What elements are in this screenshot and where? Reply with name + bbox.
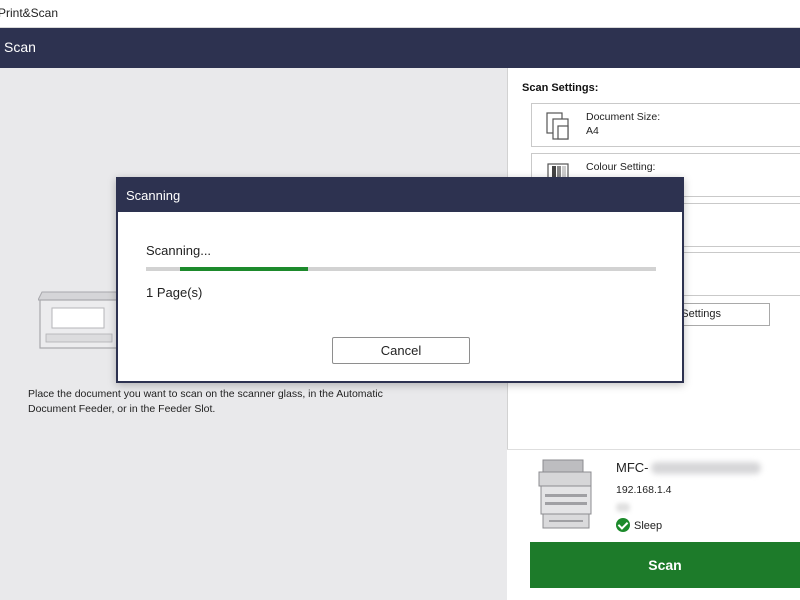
- dialog-title: Scanning: [126, 188, 181, 203]
- device-status: Sleep: [616, 518, 662, 532]
- document-size-label: Document Size:: [586, 111, 661, 123]
- scan-progress-bar: [146, 267, 656, 271]
- scan-progress-fill: [180, 267, 308, 271]
- title-bar: Print&Scan: [0, 0, 800, 28]
- app-title: Print&Scan: [0, 6, 59, 20]
- device-detail-redacted: [616, 503, 630, 512]
- scanner-icon: [38, 291, 120, 349]
- document-size-value: A4: [586, 125, 599, 137]
- check-circle-icon: [616, 518, 630, 532]
- scanning-dialog: Scanning Scanning... 1 Page(s) Cancel: [116, 177, 684, 383]
- device-ip: 192.168.1.4: [616, 484, 672, 496]
- page-title: Scan: [4, 39, 36, 55]
- colour-setting-label: Colour Setting:: [586, 161, 656, 173]
- scan-settings-label: Scan Settings:: [522, 82, 599, 94]
- page-count: 1 Page(s): [146, 285, 203, 300]
- scan-button[interactable]: Scan: [530, 542, 800, 588]
- scan-status-text: Scanning...: [146, 243, 212, 258]
- scan-instructions: Place the document you want to scan on t…: [28, 388, 383, 415]
- dialog-header: Scanning: [118, 179, 682, 212]
- device-name: MFC-: [616, 460, 649, 475]
- document-size-setting[interactable]: Document Size: A4: [531, 103, 800, 147]
- cancel-button[interactable]: Cancel: [332, 337, 470, 364]
- document-size-icon: [546, 112, 569, 140]
- page-header: Scan: [0, 28, 800, 68]
- device-name-redacted: [651, 462, 761, 474]
- printer-icon: [538, 459, 592, 529]
- device-status-text: Sleep: [634, 520, 663, 532]
